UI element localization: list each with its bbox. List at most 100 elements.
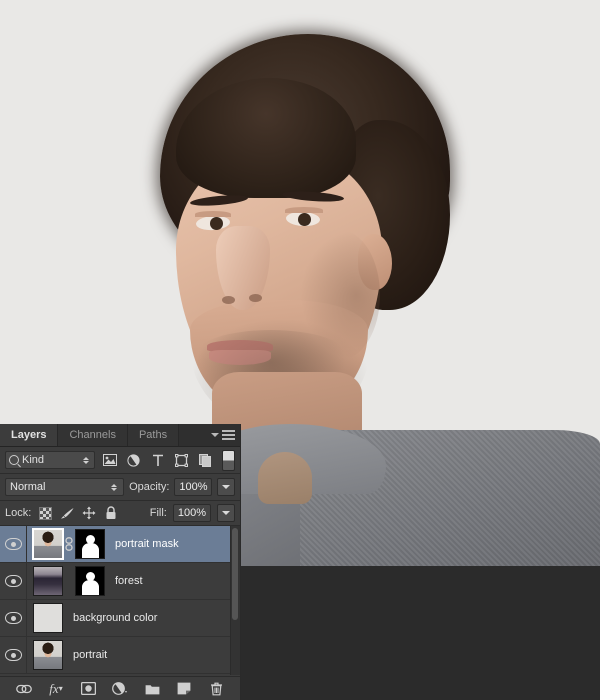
eyelid-right xyxy=(285,207,323,213)
lock-position-icon[interactable] xyxy=(81,505,97,521)
folder-icon xyxy=(145,684,159,694)
chevron-down-icon: ▾ xyxy=(58,684,63,693)
tab-paths-label: Paths xyxy=(138,429,168,441)
opacity-slider-button[interactable] xyxy=(217,478,235,496)
layer-list[interactable]: portrait mask forest background color po… xyxy=(0,526,240,674)
filter-kind-select[interactable]: Kind xyxy=(5,451,95,469)
filter-shape-layers-icon[interactable] xyxy=(172,451,191,470)
lock-row: Lock: Fill: 100% xyxy=(0,501,240,526)
layer-name: portrait xyxy=(73,649,108,661)
filter-kind-label: Kind xyxy=(22,454,45,466)
opacity-label: Opacity: xyxy=(129,481,170,493)
half-circle-icon xyxy=(112,682,127,695)
layer-mask-thumbnail[interactable] xyxy=(75,566,105,596)
layer-row-portrait-mask[interactable]: portrait mask xyxy=(0,526,240,563)
tab-channels-label: Channels xyxy=(69,429,116,441)
search-icon xyxy=(9,455,19,465)
layer-list-scrollbar[interactable] xyxy=(230,526,240,675)
move-arrows-glyph xyxy=(82,506,96,520)
nostril-left xyxy=(222,296,235,304)
pupil-left xyxy=(210,217,223,230)
blend-mode-select[interactable]: Normal xyxy=(5,478,125,496)
lock-transparent-pixels-icon[interactable] xyxy=(37,505,53,521)
mask-link-icon[interactable] xyxy=(63,529,75,559)
chain-link-icon xyxy=(16,684,32,693)
pupil-right xyxy=(298,213,311,226)
lock-label: Lock: xyxy=(5,507,32,519)
tab-layers[interactable]: Layers xyxy=(0,424,59,446)
delete-layer-button[interactable] xyxy=(208,680,225,697)
pixel-layer-glyph xyxy=(102,454,117,466)
layer-thumbnail[interactable] xyxy=(33,603,63,633)
layers-panel-toolbar: fx ▾ xyxy=(0,676,240,700)
person-silhouette-mask xyxy=(81,571,99,595)
nostril-right xyxy=(249,294,262,302)
layer-thumbnail[interactable] xyxy=(33,640,63,670)
opacity-input[interactable]: 100% xyxy=(174,478,213,496)
eye-icon xyxy=(4,649,22,661)
add-layer-mask-button[interactable] xyxy=(80,680,97,697)
link-layers-button[interactable] xyxy=(16,680,33,697)
eyelid-left xyxy=(195,211,231,217)
tab-channels[interactable]: Channels xyxy=(58,424,128,446)
layer-name: portrait mask xyxy=(115,538,179,550)
filter-kind-stepper-icon xyxy=(83,456,91,464)
layer-row-portrait[interactable]: portrait xyxy=(0,637,240,674)
chevron-down-icon xyxy=(222,511,230,515)
hamburger-icon xyxy=(222,430,235,440)
eye-icon xyxy=(4,538,22,550)
padlock-glyph xyxy=(106,506,116,519)
lock-image-pixels-icon[interactable] xyxy=(59,505,75,521)
blend-mode-stepper-icon xyxy=(111,483,119,491)
new-fill-adjustment-layer-button[interactable] xyxy=(112,680,129,697)
chevron-down-icon xyxy=(222,485,231,489)
layers-panel: Layers Channels Paths Kind Normal Opacit… xyxy=(0,424,241,700)
layer-row-forest[interactable]: forest xyxy=(0,563,240,600)
tab-layers-label: Layers xyxy=(11,429,47,441)
layer-visibility-toggle[interactable] xyxy=(0,637,27,673)
layer-thumbnail[interactable] xyxy=(33,566,63,596)
layer-mask-thumbnail[interactable] xyxy=(75,529,105,559)
layer-mask-icon xyxy=(80,682,96,695)
fill-label: Fill: xyxy=(149,507,167,519)
filter-type-layers-icon[interactable] xyxy=(148,451,167,470)
chain-link-glyph xyxy=(65,537,73,551)
fill-slider-button[interactable] xyxy=(217,504,235,522)
adjustment-glyph xyxy=(127,453,140,467)
chevron-down-icon xyxy=(211,433,219,437)
layer-visibility-toggle[interactable] xyxy=(0,526,27,562)
new-layer-button[interactable] xyxy=(176,680,193,697)
new-group-button[interactable] xyxy=(144,680,161,697)
layer-filter-row: Kind xyxy=(0,447,240,474)
layer-visibility-toggle[interactable] xyxy=(0,600,27,636)
checkerboard-glyph xyxy=(38,506,52,520)
panel-menu-icon[interactable] xyxy=(211,428,235,442)
scrollbar-thumb[interactable] xyxy=(232,528,238,620)
blend-mode-row: Normal Opacity: 100% xyxy=(0,474,240,501)
person-silhouette-mask xyxy=(81,534,99,558)
layer-name: background color xyxy=(73,612,158,624)
fx-icon: fx xyxy=(49,680,59,696)
filter-adjustment-layers-icon[interactable] xyxy=(124,451,143,470)
layer-row-background-color[interactable]: background color xyxy=(0,600,240,637)
eye-icon xyxy=(4,612,22,624)
add-layer-style-button[interactable]: fx ▾ xyxy=(48,680,65,697)
opacity-value: 100% xyxy=(179,481,208,493)
collar-opening xyxy=(258,452,312,504)
filter-enable-toggle[interactable] xyxy=(222,449,235,471)
layer-name: forest xyxy=(115,575,143,587)
shape-glyph xyxy=(175,453,188,467)
brush-glyph xyxy=(60,507,74,519)
layer-visibility-toggle[interactable] xyxy=(0,563,27,599)
filter-smart-object-layers-icon[interactable] xyxy=(196,451,215,470)
type-glyph xyxy=(152,454,163,466)
mask-link-spacer xyxy=(63,566,75,596)
layer-thumbnail[interactable] xyxy=(32,528,64,560)
eye-icon xyxy=(4,575,22,587)
fill-input[interactable]: 100% xyxy=(172,504,211,522)
fill-value: 100% xyxy=(177,507,206,519)
tab-paths[interactable]: Paths xyxy=(127,424,180,446)
filter-pixel-layers-icon[interactable] xyxy=(100,451,119,470)
lock-all-icon[interactable] xyxy=(103,505,119,521)
trash-icon xyxy=(210,682,222,695)
